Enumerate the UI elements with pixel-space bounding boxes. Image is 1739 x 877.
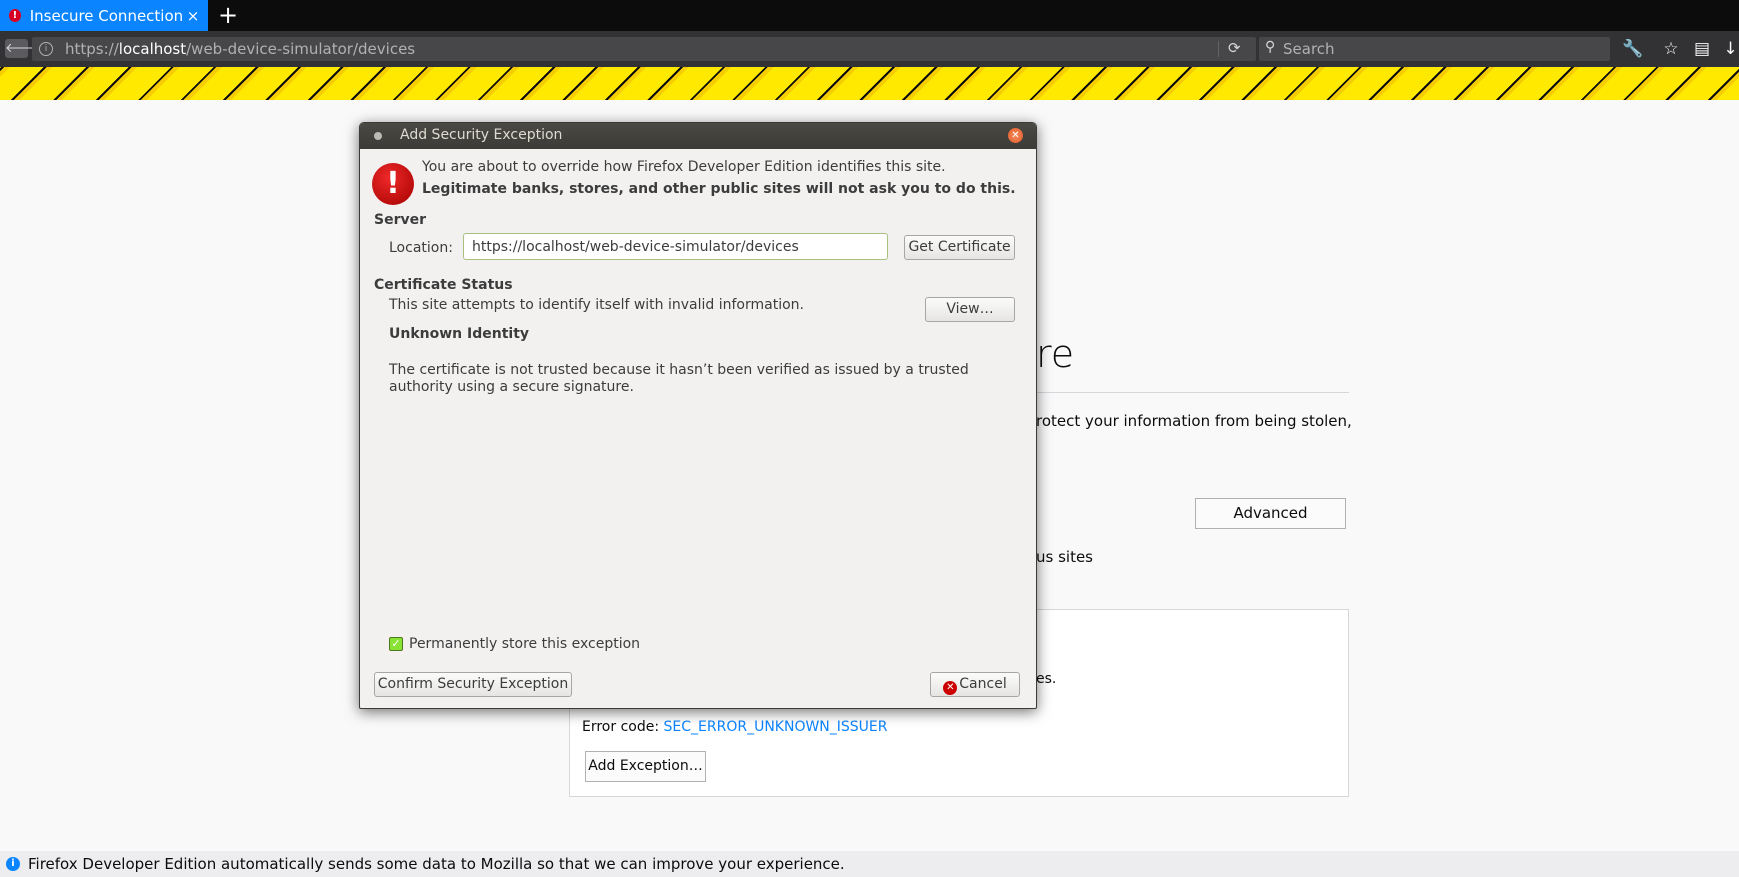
- wrench-icon[interactable]: 🔧: [1622, 38, 1644, 60]
- error-description: rotect your information from being stole…: [1036, 412, 1352, 430]
- url-text[interactable]: https://localhost/web-device-simulator/d…: [65, 40, 415, 58]
- back-button[interactable]: 🡐: [5, 39, 40, 58]
- url-separator: [1218, 41, 1219, 57]
- reload-icon[interactable]: ⟳: [1228, 39, 1241, 57]
- server-heading: Server: [374, 212, 427, 228]
- warning-text-bold: Legitimate banks, stores, and other publ…: [422, 181, 1016, 197]
- dialog-title: Add Security Exception: [400, 127, 563, 143]
- search-input[interactable]: ⚲ Search: [1259, 37, 1610, 61]
- notification-text: Firefox Developer Edition automatically …: [28, 855, 845, 873]
- download-icon[interactable]: ↓: [1722, 38, 1739, 60]
- url-path: /web-device-simulator/devices: [186, 40, 416, 58]
- dialog-titlebar[interactable]: Add Security Exception ✕: [360, 123, 1036, 149]
- url-prefix: https://: [65, 40, 119, 58]
- confirm-security-exception-button[interactable]: Confirm Security Exception: [374, 672, 572, 697]
- cancel-icon: ✕: [943, 681, 958, 695]
- error-title: re: [1036, 332, 1075, 376]
- advanced-panel-text: es.: [1036, 671, 1057, 687]
- data-reporting-notification: i Firefox Developer Edition automaticall…: [0, 851, 1739, 877]
- error-code-label: Error code:: [582, 719, 664, 735]
- add-security-exception-dialog: Add Security Exception ✕ ! You are about…: [359, 122, 1037, 709]
- window-menu-icon[interactable]: [374, 132, 382, 140]
- search-placeholder: Search: [1283, 40, 1335, 58]
- advanced-button[interactable]: Advanced: [1195, 498, 1346, 529]
- library-icon[interactable]: ▤: [1691, 38, 1713, 60]
- unknown-identity-text: The certificate is not trusted because i…: [389, 362, 969, 395]
- star-icon[interactable]: ☆: [1660, 38, 1682, 60]
- view-certificate-button[interactable]: View…: [925, 297, 1015, 322]
- error-code-link[interactable]: SEC_ERROR_UNKNOWN_ISSUER: [664, 719, 888, 735]
- tab-insecure-connection[interactable]: ! Insecure Connection ×: [0, 0, 208, 31]
- get-certificate-button[interactable]: Get Certificate: [904, 235, 1015, 260]
- cancel-button[interactable]: ✕ Cancel: [930, 672, 1020, 697]
- info-icon[interactable]: i: [39, 42, 53, 56]
- cancel-label: Cancel: [959, 676, 1007, 692]
- warning-text: You are about to override how Firefox De…: [422, 159, 946, 175]
- url-host: localhost: [118, 40, 187, 58]
- tab-title: Insecure Connection: [29, 6, 184, 25]
- tab-strip: ! Insecure Connection × +: [0, 0, 1739, 31]
- warning-stripe: [0, 67, 1739, 100]
- close-icon[interactable]: ×: [183, 7, 203, 25]
- warning-icon: !: [372, 163, 414, 205]
- permanent-store-label[interactable]: Permanently store this exception: [409, 636, 640, 652]
- new-tab-button[interactable]: +: [216, 0, 240, 31]
- checkbox-icon: ✓: [391, 637, 401, 650]
- url-bar[interactable]: i https://localhost/web-device-simulator…: [32, 37, 1256, 61]
- location-input[interactable]: [463, 233, 888, 260]
- error-learn-more-text: us sites: [1036, 548, 1093, 566]
- info-icon: i: [6, 857, 20, 871]
- navigation-bar: 🡐 i https://localhost/web-device-simulat…: [0, 31, 1739, 67]
- error-code-line: Error code: SEC_ERROR_UNKNOWN_ISSUER: [582, 719, 888, 735]
- location-label: Location:: [389, 240, 453, 256]
- certificate-status-text: This site attempts to identify itself wi…: [389, 297, 804, 313]
- search-icon: ⚲: [1265, 39, 1276, 55]
- permanent-store-checkbox[interactable]: ✓: [389, 637, 403, 651]
- unknown-identity-heading: Unknown Identity: [389, 326, 530, 342]
- error-icon: !: [9, 9, 21, 22]
- add-exception-button[interactable]: Add Exception…: [585, 751, 706, 782]
- close-icon[interactable]: ✕: [1008, 128, 1023, 143]
- certificate-status-heading: Certificate Status: [374, 277, 513, 293]
